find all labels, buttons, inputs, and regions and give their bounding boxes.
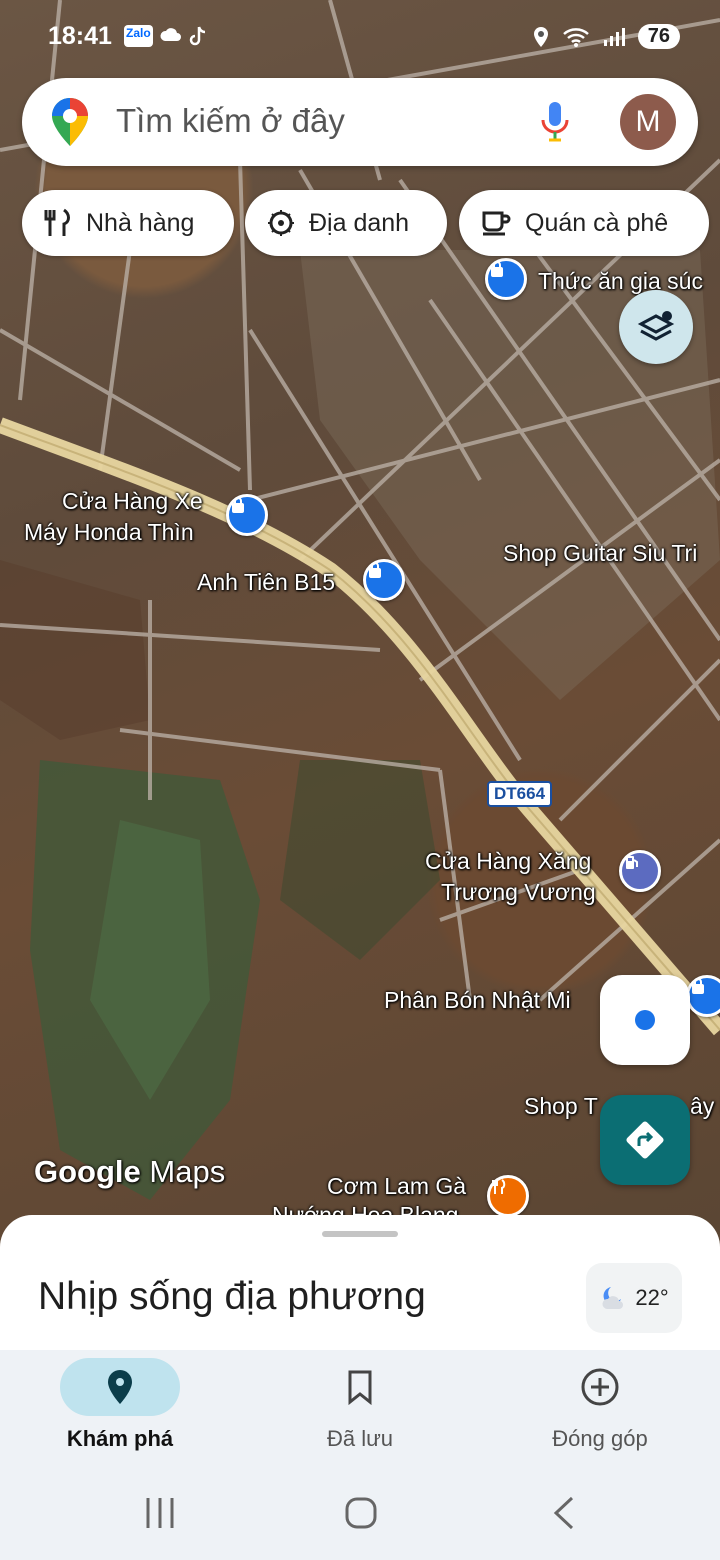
place-label[interactable]: Cửa Hàng Xe <box>62 486 203 516</box>
signal-icon <box>603 27 625 46</box>
place-label[interactable]: Trương Vương <box>441 877 596 907</box>
cloud-icon <box>160 28 181 41</box>
map-roads <box>0 0 720 1200</box>
chip-label: Quán cà phê <box>525 208 669 237</box>
chip-label: Nhà hàng <box>86 208 195 237</box>
zalo-icon: Zalo <box>124 25 153 47</box>
location-icon <box>533 26 548 47</box>
nav-label: Đã lưu <box>326 1426 394 1451</box>
wifi-icon <box>562 27 589 47</box>
battery-level: 76 <box>637 24 680 49</box>
place-label[interactable]: ây N <box>690 1091 720 1121</box>
landmark-icon <box>268 210 294 236</box>
shop-pin-icon[interactable] <box>226 494 268 536</box>
place-label[interactable]: Thức ăn gia súc <box>538 266 703 296</box>
road-shield: DT664 <box>487 781 553 807</box>
temperature: 22° <box>635 1285 669 1310</box>
place-label[interactable]: Anh Tiên B15 <box>197 567 335 597</box>
place-label[interactable]: Máy Honda Thìn <box>24 517 194 547</box>
chip-label: Địa danh <box>309 208 410 237</box>
search-bar[interactable]: Tìm kiếm ở đây M <box>22 78 698 166</box>
microphone-icon[interactable] <box>540 100 570 144</box>
weather-cloud-moon-icon <box>602 1287 624 1309</box>
bookmark-icon <box>348 1370 372 1405</box>
shop-pin-icon[interactable] <box>363 559 405 601</box>
bottom-navigation: Khám phá Đã lưu Đóng góp <box>0 1350 720 1460</box>
google-maps-pin-icon <box>52 98 88 146</box>
fuel-pin-icon[interactable] <box>619 850 661 892</box>
layers-button[interactable] <box>619 290 693 364</box>
status-app-icons: Zalo <box>124 25 207 47</box>
my-location-button[interactable] <box>600 975 690 1065</box>
chip-landmarks[interactable]: Địa danh <box>245 190 447 256</box>
place-label[interactable]: Cửa Hàng Xăng <box>425 846 591 876</box>
coffee-icon <box>482 211 511 236</box>
nav-explore[interactable]: Khám phá <box>0 1358 240 1452</box>
directions-button[interactable] <box>600 1095 690 1185</box>
back-icon[interactable] <box>552 1496 576 1530</box>
recent-apps-icon[interactable] <box>144 1496 176 1530</box>
nav-label: Khám phá <box>66 1426 174 1451</box>
nav-contribute[interactable]: Đóng góp <box>480 1358 720 1452</box>
watermark-google: Google <box>34 1154 141 1189</box>
map-view[interactable]: Thức ăn gia súc Cửa Hàng Xe Máy Honda Th… <box>0 0 720 1260</box>
search-input[interactable]: Tìm kiếm ở đây <box>116 102 345 140</box>
tiktok-icon <box>189 26 205 46</box>
place-label[interactable]: Phân Bón Nhật Mi <box>384 985 571 1015</box>
place-label[interactable]: Shop T <box>524 1091 598 1121</box>
watermark-maps: Maps <box>149 1154 226 1189</box>
shop-pin-icon[interactable] <box>686 975 720 1017</box>
place-label[interactable]: Shop Guitar Siu Tri <box>503 538 697 568</box>
my-location-icon <box>635 1010 655 1030</box>
chip-restaurants[interactable]: Nhà hàng <box>22 190 234 256</box>
explore-pin-icon <box>108 1370 132 1404</box>
bottom-sheet[interactable]: Nhịp sống địa phương 22° <box>0 1215 720 1355</box>
layers-icon <box>637 311 675 341</box>
avatar[interactable]: M <box>620 94 676 150</box>
place-label[interactable]: Cơm Lam Gà <box>327 1171 466 1201</box>
nav-label: Đóng góp <box>552 1426 648 1451</box>
system-navigation-bar <box>0 1460 720 1560</box>
weather-badge[interactable]: 22° <box>586 1263 682 1333</box>
drag-handle[interactable] <box>322 1231 398 1237</box>
add-circle-icon <box>581 1368 619 1406</box>
sheet-title: Nhịp sống địa phương <box>38 1275 426 1318</box>
directions-icon <box>626 1121 664 1159</box>
chip-coffee[interactable]: Quán cà phê <box>459 190 709 256</box>
restaurant-pin-icon[interactable] <box>487 1175 529 1217</box>
shop-pin-icon[interactable] <box>485 258 527 300</box>
status-bar: 18:41 Zalo 76 <box>0 0 720 70</box>
nav-saved[interactable]: Đã lưu <box>240 1358 480 1452</box>
home-icon[interactable] <box>344 1496 378 1530</box>
status-time: 18:41 <box>48 22 112 50</box>
restaurant-icon <box>44 208 70 236</box>
google-maps-watermark: Google Maps <box>34 1154 225 1190</box>
